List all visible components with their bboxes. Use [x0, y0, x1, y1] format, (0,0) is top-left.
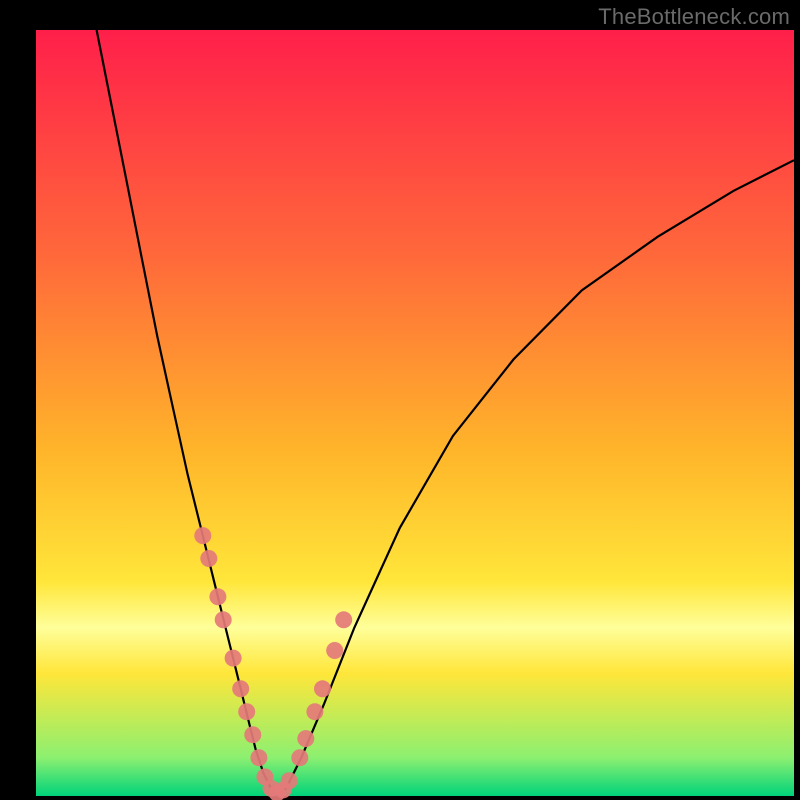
- curve-marker: [238, 703, 255, 720]
- curve-marker: [306, 703, 323, 720]
- curve-marker: [215, 611, 232, 628]
- curve-marker: [335, 611, 352, 628]
- curve-marker: [250, 749, 267, 766]
- curve-marker: [326, 642, 343, 659]
- chart-frame: TheBottleneck.com: [0, 0, 800, 800]
- curve-marker: [225, 650, 242, 667]
- curve-marker: [314, 680, 331, 697]
- curve-marker: [244, 726, 261, 743]
- curve-marker: [232, 680, 249, 697]
- curve-marker: [281, 772, 298, 789]
- curve-marker: [194, 527, 211, 544]
- curve-marker: [291, 749, 308, 766]
- curve-marker: [209, 588, 226, 605]
- curve-marker: [200, 550, 217, 567]
- chart-svg: [0, 0, 800, 800]
- bottleneck-curve: [97, 30, 794, 796]
- curve-marker: [297, 730, 314, 747]
- watermark-text: TheBottleneck.com: [598, 4, 790, 30]
